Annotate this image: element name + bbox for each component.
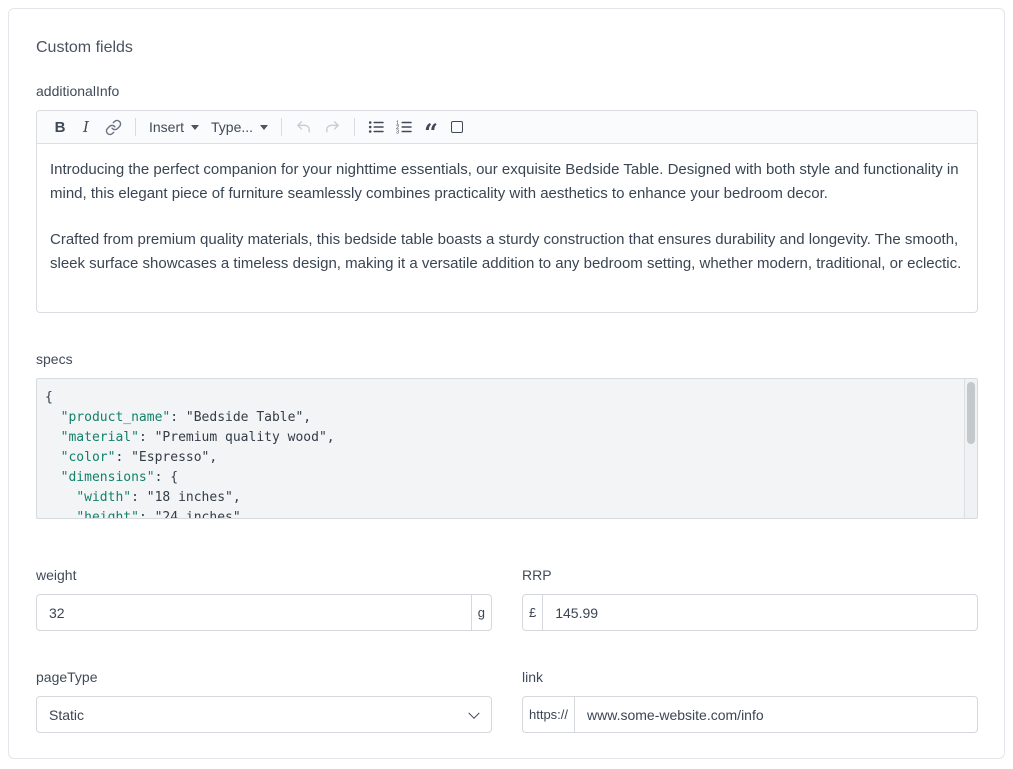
italic-button[interactable]: I	[73, 114, 99, 140]
toolbar-divider	[354, 118, 355, 136]
field-page-type: pageType Static	[36, 669, 492, 733]
specs-code-editor[interactable]: { "product_name": "Bedside Table", "mate…	[36, 378, 978, 519]
page-type-select[interactable]: Static	[36, 696, 492, 733]
chevron-down-icon	[191, 125, 199, 130]
blockquote-button[interactable]: “	[418, 114, 444, 140]
weight-unit-addon: g	[471, 594, 492, 631]
rrp-input[interactable]	[542, 594, 978, 631]
link-label: link	[522, 669, 978, 685]
custom-fields-card: Custom fields additionalInfo B I	[8, 8, 1005, 759]
field-weight: weight g	[36, 567, 492, 631]
specs-scrollbar-thumb[interactable]	[967, 382, 975, 444]
page-type-select-wrap: Static	[36, 696, 492, 733]
currency-prefix-addon: £	[522, 594, 543, 631]
field-link: link https://	[522, 669, 978, 733]
ordered-list-icon: 1 2 3	[396, 119, 412, 135]
paragraph: Introducing the perfect companion for yo…	[50, 158, 964, 205]
additional-info-label: additionalInfo	[36, 83, 978, 99]
undo-button[interactable]	[289, 114, 318, 140]
type-dropdown-label: Type...	[211, 119, 253, 135]
rich-text-editor: B I Insert	[36, 110, 978, 313]
type-dropdown[interactable]: Type...	[205, 114, 274, 140]
ordered-list-button[interactable]: 1 2 3	[390, 114, 418, 140]
toolbar-divider	[281, 118, 282, 136]
toolbar-divider	[135, 118, 136, 136]
link-icon	[105, 119, 122, 136]
bullet-list-button[interactable]	[362, 114, 390, 140]
card-title: Custom fields	[36, 39, 978, 57]
field-rrp: RRP £	[522, 567, 978, 631]
fields-grid: weight g RRP £ pageType Static link	[36, 567, 978, 733]
chevron-down-icon	[260, 125, 268, 130]
field-additional-info: additionalInfo B I	[36, 83, 978, 313]
field-specs: specs { "product_name": "Bedside Table",…	[36, 351, 978, 519]
fullscreen-button[interactable]	[444, 114, 470, 140]
page-type-label: pageType	[36, 669, 492, 685]
blockquote-icon: “	[424, 128, 438, 138]
bold-icon: B	[55, 119, 66, 136]
italic-icon: I	[83, 118, 89, 136]
specs-code-lines: { "product_name": "Bedside Table", "mate…	[45, 388, 957, 519]
url-protocol-prefix-addon: https://	[522, 696, 575, 733]
fullscreen-icon	[451, 121, 463, 133]
svg-text:3: 3	[396, 130, 399, 135]
insert-dropdown[interactable]: Insert	[143, 114, 205, 140]
undo-icon	[295, 119, 312, 136]
weight-input[interactable]	[36, 594, 472, 631]
editor-toolbar: B I Insert	[37, 111, 977, 144]
specs-label: specs	[36, 351, 978, 367]
redo-icon	[324, 119, 341, 136]
rrp-label: RRP	[522, 567, 978, 583]
link-input[interactable]	[574, 696, 978, 733]
insert-dropdown-label: Insert	[149, 119, 184, 135]
weight-label: weight	[36, 567, 492, 583]
paragraph: Crafted from premium quality materials, …	[50, 228, 964, 275]
rich-text-content[interactable]: Introducing the perfect companion for yo…	[37, 144, 977, 312]
link-button[interactable]	[99, 114, 128, 140]
specs-scrollbar-track[interactable]	[964, 379, 977, 518]
bullet-list-icon	[368, 119, 384, 135]
bold-button[interactable]: B	[47, 114, 73, 140]
redo-button[interactable]	[318, 114, 347, 140]
